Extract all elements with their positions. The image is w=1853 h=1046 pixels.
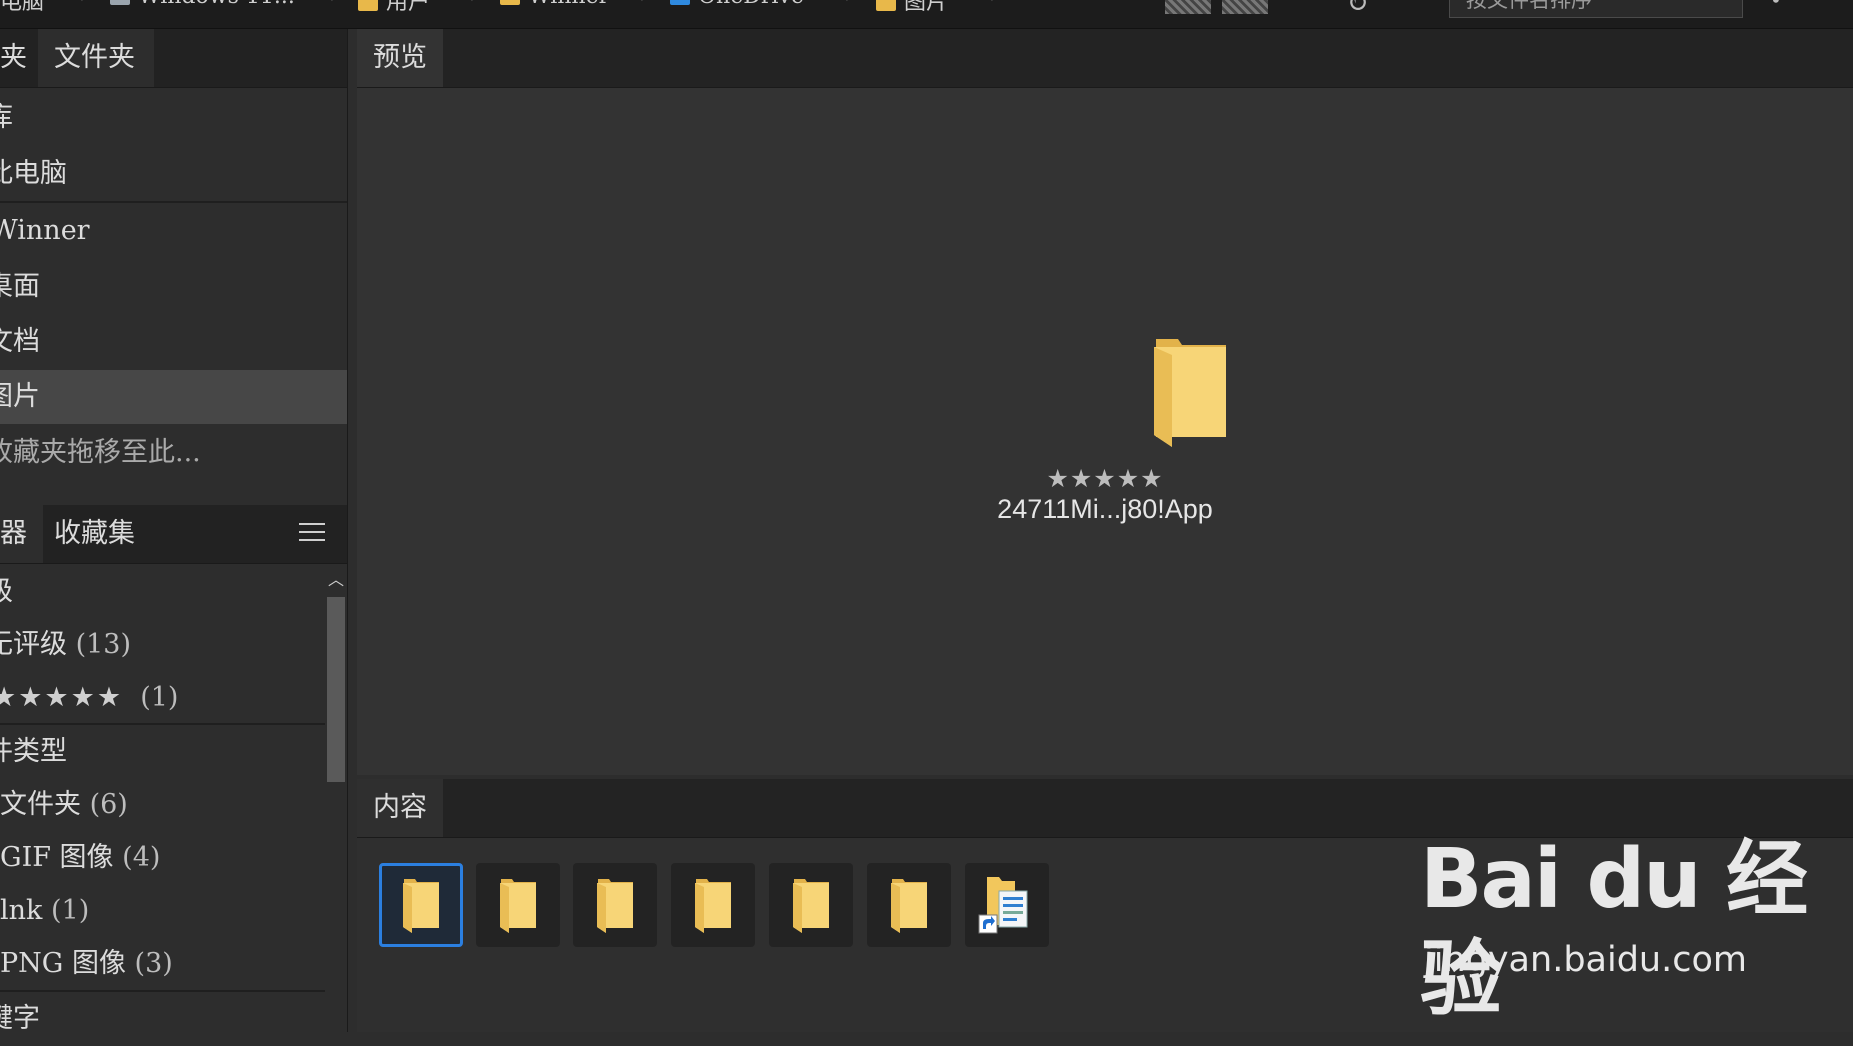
content-thumbnail-folder[interactable] [769, 863, 853, 947]
breadcrumb-separator: › [845, 0, 852, 7]
top-toolbar: 电脑 › Windows 11... › 用户 › Winner › OneDr… [0, 0, 1853, 29]
sort-dropdown[interactable]: 按文件名排序 [1449, 0, 1743, 18]
breadcrumb-item-users[interactable]: 用户 [358, 0, 430, 16]
preview-tabbar: 预览 [357, 29, 1853, 88]
tab-favorites[interactable]: 夹 [0, 29, 43, 87]
favorite-item-pictures[interactable]: 图片 [0, 370, 347, 424]
filter-item-gif[interactable]: GIF 图像 (4) [0, 831, 347, 885]
favorite-drop-hint: 收藏夹拖移至此... [0, 437, 201, 468]
filter-item-lnk[interactable]: lnk (1) [0, 884, 347, 938]
breadcrumb-separator: › [330, 0, 337, 7]
watermark-logo: Bai du 经验 [1420, 832, 1808, 1027]
content-thumbnail-folder[interactable] [671, 863, 755, 947]
preview-panel: 预览 ★★★★★ 24711Mi...j80!App [357, 29, 1853, 775]
favorite-item-documents[interactable]: 文档 [0, 315, 333, 369]
breadcrumb-dropdown[interactable]: › [990, 0, 997, 7]
onedrive-icon [670, 0, 690, 5]
folder-icon [403, 879, 439, 933]
watermark-url: jingyan.baidu.com [1424, 940, 1747, 980]
content-thumbnail-folder[interactable] [573, 863, 657, 947]
scroll-up-icon[interactable]: ︿ [325, 565, 347, 595]
rating-stars[interactable]: ★★★★★ [357, 464, 1853, 493]
content-thumbnail-folder[interactable] [867, 863, 951, 947]
breadcrumb-item-drive[interactable]: Windows 11... [110, 0, 295, 9]
folder-icon [876, 0, 896, 11]
tab-preview[interactable]: 预览 [357, 29, 443, 87]
folder-icon [793, 879, 829, 933]
favorite-item-library[interactable]: 库 [0, 91, 333, 145]
filter-item-png[interactable]: PNG 图像 (3) [0, 937, 347, 991]
folder-icon [695, 879, 731, 933]
tab-collections[interactable]: 收藏集 [38, 505, 154, 563]
breadcrumb-item-winner[interactable]: Winner [500, 0, 609, 9]
breadcrumb-separator: › [470, 0, 477, 7]
folder-icon[interactable] [1150, 335, 1230, 447]
tab-filter[interactable]: 器 [0, 505, 43, 563]
folder-icon [891, 879, 927, 933]
filter-group-rating: 级 [0, 565, 333, 619]
tab-folders[interactable]: 文件夹 [38, 29, 154, 87]
preview-file-name: 24711Mi...j80!App [997, 494, 1213, 524]
folder-icon [358, 0, 378, 11]
favorite-item-desktop[interactable]: 桌面 [0, 260, 333, 314]
favorite-item-winner[interactable]: Winner [0, 204, 337, 258]
breadcrumb-item-computer[interactable]: 电脑 [0, 0, 44, 16]
content-thumbnail-folder[interactable] [379, 863, 463, 947]
folders-tabbar: 夹 文件夹 [0, 29, 347, 88]
refresh-icon[interactable]: ↻ [1345, 0, 1368, 19]
filter-group-keywords: 键字 [0, 1003, 40, 1034]
scrollbar-thumb[interactable] [327, 597, 345, 782]
thumbnail-view-button[interactable] [1165, 0, 1211, 14]
folder-icon [597, 879, 633, 933]
shortcut-icon [978, 877, 1028, 934]
drive-icon [110, 0, 130, 5]
baidu-jingyan-watermark: Bai du 经验 jingyan.baidu.com [1420, 830, 1850, 1027]
breadcrumb-item-onedrive[interactable]: OneDrive [670, 0, 804, 9]
folder-icon [500, 879, 536, 933]
filter-tabbar: 器 收藏集 [0, 505, 347, 564]
filter-group-file-type: 件类型 [0, 736, 67, 767]
tab-content[interactable]: 内容 [357, 779, 443, 837]
grid-view-button[interactable] [1222, 0, 1268, 14]
filter-item-unrated[interactable]: 无评级 (13) [0, 618, 333, 672]
options-icon[interactable]: • [1770, 0, 1782, 12]
menu-icon[interactable] [299, 523, 325, 543]
breadcrumb-item-pictures[interactable]: 图片 [876, 0, 948, 16]
breadcrumb-separator: › [640, 0, 647, 7]
divider [0, 201, 347, 203]
content-thumbnail-folder[interactable] [476, 863, 560, 947]
left-panel: 夹 文件夹 库 此电脑 Winner 桌面 文档 图片 收藏夹拖移至此... 器… [0, 29, 348, 1034]
filter-item-folder[interactable]: 文件夹 (6) [0, 778, 347, 832]
filter-scrollbar[interactable]: ︿ [325, 565, 347, 1032]
breadcrumb-separator: › [80, 0, 87, 7]
filter-item-five-stars[interactable]: ★★★★★ (1) [0, 671, 339, 725]
content-thumbnail-shortcut[interactable] [965, 863, 1049, 947]
favorite-item-this-pc[interactable]: 此电脑 [0, 147, 333, 201]
folder-icon [500, 0, 520, 5]
